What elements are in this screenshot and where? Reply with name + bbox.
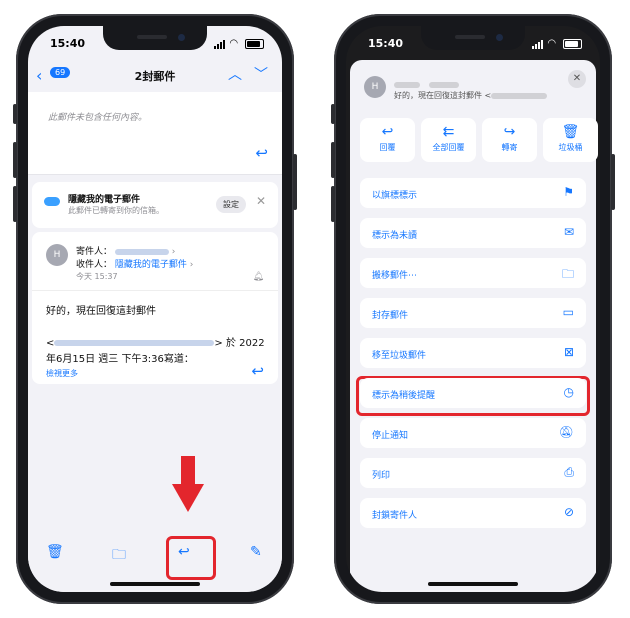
right-screen: 15:40 ◠ H 好的，現在回復這封郵件 < ✕ ↩ 回覆 ⇇ 全部回覆 ↪ … bbox=[346, 26, 600, 592]
message-actions-sheet: H 好的，現在回復這封郵件 < ✕ ↩ 回覆 ⇇ 全部回覆 ↪ 轉寄 🗑︎ 垃圾… bbox=[350, 60, 598, 592]
bell-slash-icon: 🔕︎ bbox=[558, 425, 574, 439]
bell-icon[interactable]: 🔔︎ bbox=[253, 272, 264, 282]
reply-highlight-box bbox=[166, 536, 216, 580]
signal-icon bbox=[531, 39, 544, 49]
hide-my-email-banner: 隱藏我的電子郵件 此郵件已轉寄到你的信箱。 設定 ✕ bbox=[32, 182, 278, 228]
close-icon[interactable]: ✕ bbox=[568, 70, 586, 88]
chevron-down-icon[interactable]: ﹀ bbox=[254, 64, 268, 84]
status-time: 15:40 bbox=[50, 37, 86, 50]
menu-item-archive[interactable]: 封存郵件 ▭ bbox=[360, 298, 586, 328]
volume-up-button bbox=[13, 142, 17, 178]
status-icons: ◠ bbox=[531, 38, 582, 49]
volume-down-button bbox=[331, 186, 335, 222]
side-button bbox=[13, 104, 17, 124]
printer-icon: ⎙ bbox=[564, 465, 574, 479]
message-body: 好的，現在回復這封郵件 bbox=[46, 306, 156, 317]
quote-line-1: < > 於 2022 bbox=[46, 338, 265, 349]
notch bbox=[421, 26, 525, 50]
status-icons: ◠ bbox=[213, 38, 264, 49]
avatar: H bbox=[46, 244, 68, 266]
reply-icon: ↩ bbox=[381, 124, 394, 140]
see-more-link[interactable]: 檢視更多 bbox=[46, 368, 78, 379]
menu-item-mark-unread[interactable]: 標示為未讀 ✉ bbox=[360, 218, 586, 248]
message-card: H 寄件人： › 收件人： 隱藏我的電子郵件 › 今天 15:37 🔔︎ 好的，… bbox=[32, 232, 278, 384]
menu-item-remind-later[interactable]: 標示為稍後提醒 ◷ bbox=[360, 378, 586, 408]
menu-item-print[interactable]: 列印 ⎙ bbox=[360, 458, 586, 488]
reply-icon[interactable]: ↩ bbox=[255, 144, 268, 162]
recipient-label: 收件人： bbox=[76, 260, 113, 270]
wifi-icon: ◠ bbox=[229, 38, 240, 49]
left-screen: 15:40 ◠ ‹ 69 2封郵件 ︿ ﹀ 此郵件未包含任何內容。 ↩ 隱藏我的… bbox=[28, 26, 282, 592]
empty-message-card: 此郵件未包含任何內容。 ↩ bbox=[28, 92, 282, 175]
home-indicator bbox=[428, 582, 518, 586]
status-time: 15:40 bbox=[368, 37, 404, 50]
banner-title: 隱藏我的電子郵件 bbox=[68, 195, 141, 205]
volume-up-button bbox=[331, 142, 335, 178]
icloud-icon bbox=[44, 197, 60, 206]
quick-actions: ↩ 回覆 ⇇ 全部回覆 ↪ 轉寄 🗑︎ 垃圾桶 bbox=[360, 118, 598, 162]
trash-button[interactable]: 🗑︎ 垃圾桶 bbox=[543, 118, 598, 162]
divider bbox=[32, 290, 278, 291]
power-button bbox=[611, 154, 615, 210]
trash-icon[interactable]: 🗑︎ bbox=[46, 544, 64, 560]
thread-title: 2封郵件 bbox=[134, 70, 176, 83]
sender-label: 寄件人： bbox=[76, 247, 113, 257]
sender-redacted bbox=[114, 248, 169, 255]
left-phone: 15:40 ◠ ‹ 69 2封郵件 ︿ ﹀ 此郵件未包含任何內容。 ↩ 隱藏我的… bbox=[13, 14, 297, 604]
flag-icon: ⚑ bbox=[563, 185, 574, 199]
power-button bbox=[293, 154, 297, 210]
compose-icon[interactable]: ✎ bbox=[250, 544, 262, 560]
folder-icon[interactable]: 🗀 bbox=[112, 544, 126, 568]
junk-icon: ⊠ bbox=[563, 345, 574, 359]
unread-envelope-icon: ✉ bbox=[563, 225, 574, 239]
menu-item-junk[interactable]: 移至垃圾郵件 ⊠ bbox=[360, 338, 586, 368]
menu-item-flag[interactable]: 以旗標標示 ⚑ bbox=[360, 178, 586, 208]
message-preview: 好的，現在回復這封郵件 < bbox=[394, 90, 548, 101]
forward-icon: ↪ bbox=[503, 124, 516, 140]
menu-item-mute[interactable]: 停止通知 🔕︎ bbox=[360, 418, 586, 448]
menu-item-block-sender[interactable]: 封鎖寄件人 ⊘ bbox=[360, 498, 586, 528]
reply-button[interactable]: ↩ 回覆 bbox=[360, 118, 415, 162]
trash-icon: 🗑︎ bbox=[561, 124, 580, 140]
sender-row[interactable]: 寄件人： › bbox=[76, 244, 175, 257]
archive-icon: ▭ bbox=[562, 305, 574, 319]
wifi-icon: ◠ bbox=[547, 38, 558, 49]
battery-icon bbox=[563, 38, 582, 49]
sender-chevron-icon: › bbox=[171, 247, 176, 257]
home-indicator bbox=[110, 582, 200, 586]
clock-icon: ◷ bbox=[563, 385, 574, 399]
banner-subtitle: 此郵件已轉寄到你的信箱。 bbox=[68, 206, 164, 215]
quote-line-2: 年6月15日 週三 下午3:36寫道： bbox=[46, 354, 194, 365]
block-icon: ⊘ bbox=[563, 505, 574, 519]
reply-all-icon: ⇇ bbox=[442, 124, 455, 140]
recipient-row[interactable]: 收件人： 隱藏我的電子郵件 › bbox=[76, 257, 193, 270]
side-button bbox=[331, 104, 335, 124]
email-redacted bbox=[54, 340, 215, 346]
close-icon[interactable]: ✕ bbox=[256, 194, 266, 208]
right-phone: 15:40 ◠ H 好的，現在回復這封郵件 < ✕ ↩ 回覆 ⇇ 全部回覆 ↪ … bbox=[331, 14, 615, 604]
recipient-chevron-icon: › bbox=[189, 260, 194, 270]
reply-icon[interactable]: ↩ bbox=[251, 362, 264, 380]
mail-nav-bar: ‹ 69 2封郵件 ︿ ﹀ bbox=[28, 56, 282, 92]
forward-button[interactable]: ↪ 轉寄 bbox=[482, 118, 537, 162]
menu-item-move[interactable]: 搬移郵件⋯ 🗀 bbox=[360, 258, 586, 288]
avatar: H bbox=[364, 76, 386, 98]
folder-icon: 🗀 bbox=[561, 267, 574, 281]
bottom-toolbar: 🗑︎ 🗀 ↩ ✎ bbox=[28, 532, 282, 592]
reply-all-button[interactable]: ⇇ 全部回覆 bbox=[421, 118, 476, 162]
signal-icon bbox=[213, 39, 226, 49]
recipient-name[interactable]: 隱藏我的電子郵件 bbox=[115, 260, 187, 270]
settings-button[interactable]: 設定 bbox=[216, 196, 246, 213]
volume-down-button bbox=[13, 186, 17, 222]
message-date: 今天 15:37 bbox=[76, 272, 118, 281]
notch bbox=[103, 26, 207, 50]
chevron-up-icon[interactable]: ︿ bbox=[228, 64, 242, 84]
empty-message-text: 此郵件未包含任何內容。 bbox=[48, 113, 148, 123]
battery-icon bbox=[245, 38, 264, 49]
